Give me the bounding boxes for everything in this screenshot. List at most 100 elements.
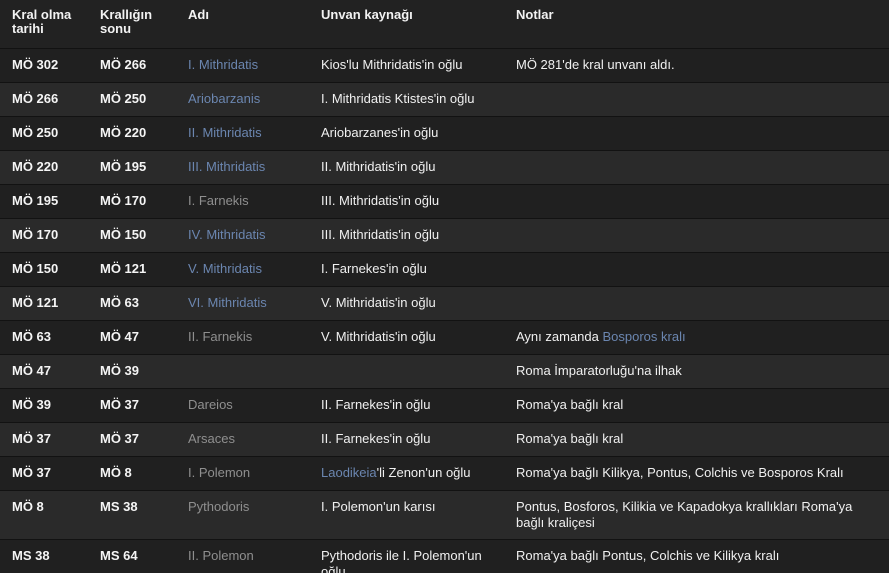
table-row: MS 38 MS 64 II. Polemon Pythodoris ile I… — [0, 539, 889, 573]
king-name: Pythodoris — [176, 490, 309, 540]
end-date: MÖ 47 — [88, 320, 176, 355]
table-row: MÖ 8 MS 38 Pythodoris I. Polemon'un karı… — [0, 490, 889, 540]
title-source: Pythodoris ile I. Polemon'un oğlu — [309, 539, 504, 573]
start-date: MÖ 39 — [0, 388, 88, 423]
title-source — [309, 354, 504, 389]
start-date: MÖ 195 — [0, 184, 88, 219]
table-row: MÖ 121 MÖ 63 VI. Mithridatis V. Mithrida… — [0, 286, 889, 321]
table-row: MÖ 220 MÖ 195 III. Mithridatis II. Mithr… — [0, 150, 889, 185]
header-notes: Notlar — [504, 0, 889, 49]
start-date: MÖ 63 — [0, 320, 88, 355]
bosporos-link[interactable]: Bosporos kralı — [602, 329, 685, 344]
notes: MÖ 281'de kral unvanı aldı. — [504, 48, 889, 83]
title-source: I. Polemon'un karısı — [309, 490, 504, 540]
header-name: Adı — [176, 0, 309, 49]
king-name: II. Farnekis — [176, 320, 309, 355]
end-date: MÖ 220 — [88, 116, 176, 151]
title-source: V. Mithridatis'in oğlu — [309, 320, 504, 355]
notes: Pontus, Bosforos, Kilikia ve Kapadokya k… — [504, 490, 889, 540]
end-date: MÖ 37 — [88, 388, 176, 423]
table-row: MÖ 37 MÖ 37 Arsaces II. Farnekes'in oğlu… — [0, 422, 889, 457]
title-source: I. Mithridatis Ktistes'in oğlu — [309, 82, 504, 117]
title-source: II. Mithridatis'in oğlu — [309, 150, 504, 185]
title-source: Ariobarzanes'in oğlu — [309, 116, 504, 151]
king-name-link[interactable]: III. Mithridatis — [176, 150, 309, 185]
start-date: MÖ 266 — [0, 82, 88, 117]
title-source: Laodikeia'li Zenon'un oğlu — [309, 456, 504, 491]
table-row: MÖ 266 MÖ 250 Ariobarzanis I. Mithridati… — [0, 82, 889, 117]
header-source: Unvan kaynağı — [309, 0, 504, 49]
end-date: MS 38 — [88, 490, 176, 540]
king-name: I. Polemon — [176, 456, 309, 491]
end-date: MÖ 63 — [88, 286, 176, 321]
king-name: Dareios — [176, 388, 309, 423]
end-date: MÖ 121 — [88, 252, 176, 287]
table-row: MÖ 39 MÖ 37 Dareios II. Farnekes'in oğlu… — [0, 388, 889, 423]
end-date: MÖ 39 — [88, 354, 176, 389]
notes — [504, 184, 889, 219]
title-source: I. Farnekes'in oğlu — [309, 252, 504, 287]
king-name-link[interactable]: IV. Mithridatis — [176, 218, 309, 253]
start-date: MS 38 — [0, 539, 88, 573]
end-date: MÖ 266 — [88, 48, 176, 83]
start-date: MÖ 8 — [0, 490, 88, 540]
notes: Roma'ya bağlı Kilikya, Pontus, Colchis v… — [504, 456, 889, 491]
table-row: MÖ 37 MÖ 8 I. Polemon Laodikeia'li Zenon… — [0, 456, 889, 491]
table-row: MÖ 47 MÖ 39 Roma İmparatorluğu'na ilhak — [0, 354, 889, 389]
title-source: III. Mithridatis'in oğlu — [309, 184, 504, 219]
start-date: MÖ 220 — [0, 150, 88, 185]
end-date: MÖ 170 — [88, 184, 176, 219]
king-name-link[interactable]: V. Mithridatis — [176, 252, 309, 287]
table-row: MÖ 170 MÖ 150 IV. Mithridatis III. Mithr… — [0, 218, 889, 253]
king-name: Arsaces — [176, 422, 309, 457]
notes — [504, 116, 889, 151]
start-date: MÖ 37 — [0, 422, 88, 457]
table-header: Kral olma tarihi Krallığın sonu Adı Unva… — [0, 0, 889, 49]
notes: Roma'ya bağlı kral — [504, 422, 889, 457]
start-date: MÖ 250 — [0, 116, 88, 151]
table-body: MÖ 302 MÖ 266 I. Mithridatis Kios'lu Mit… — [0, 48, 889, 573]
end-date: MS 64 — [88, 539, 176, 573]
table-row: MÖ 250 MÖ 220 II. Mithridatis Ariobarzan… — [0, 116, 889, 151]
table-row: MÖ 302 MÖ 266 I. Mithridatis Kios'lu Mit… — [0, 48, 889, 83]
king-name-link[interactable]: I. Mithridatis — [176, 48, 309, 83]
start-date: MÖ 37 — [0, 456, 88, 491]
table-row: MÖ 63 MÖ 47 II. Farnekis V. Mithridatis'… — [0, 320, 889, 355]
start-date: MÖ 150 — [0, 252, 88, 287]
kings-table: Kral olma tarihi Krallığın sonu Adı Unva… — [0, 0, 889, 573]
notes — [504, 286, 889, 321]
notes: Aynı zamanda Bosporos kralı — [504, 320, 889, 355]
notes: Roma'ya bağlı kral — [504, 388, 889, 423]
notes — [504, 252, 889, 287]
start-date: MÖ 121 — [0, 286, 88, 321]
start-date: MÖ 47 — [0, 354, 88, 389]
start-date: MÖ 170 — [0, 218, 88, 253]
notes: Roma'ya bağlı Pontus, Colchis ve Kilikya… — [504, 539, 889, 573]
end-date: MÖ 150 — [88, 218, 176, 253]
king-name-link[interactable]: VI. Mithridatis — [176, 286, 309, 321]
notes — [504, 82, 889, 117]
laodikeia-link[interactable]: Laodikeia — [321, 465, 377, 480]
king-name: II. Polemon — [176, 539, 309, 573]
title-source: II. Farnekes'in oğlu — [309, 388, 504, 423]
notes — [504, 150, 889, 185]
title-source: III. Mithridatis'in oğlu — [309, 218, 504, 253]
notes-text: Aynı zamanda — [516, 329, 603, 344]
start-date: MÖ 302 — [0, 48, 88, 83]
table-row: MÖ 150 MÖ 121 V. Mithridatis I. Farnekes… — [0, 252, 889, 287]
title-source: V. Mithridatis'in oğlu — [309, 286, 504, 321]
king-name-link[interactable]: Ariobarzanis — [176, 82, 309, 117]
notes: Roma İmparatorluğu'na ilhak — [504, 354, 889, 389]
king-name-link[interactable]: II. Mithridatis — [176, 116, 309, 151]
king-name: I. Farnekis — [176, 184, 309, 219]
end-date: MÖ 8 — [88, 456, 176, 491]
end-date: MÖ 195 — [88, 150, 176, 185]
title-source: II. Farnekes'in oğlu — [309, 422, 504, 457]
end-date: MÖ 250 — [88, 82, 176, 117]
end-date: MÖ 37 — [88, 422, 176, 457]
header-start: Kral olma tarihi — [0, 0, 88, 49]
notes — [504, 218, 889, 253]
title-source: Kios'lu Mithridatis'in oğlu — [309, 48, 504, 83]
title-source-text: 'li Zenon'un oğlu — [376, 465, 471, 480]
king-name — [176, 354, 309, 389]
